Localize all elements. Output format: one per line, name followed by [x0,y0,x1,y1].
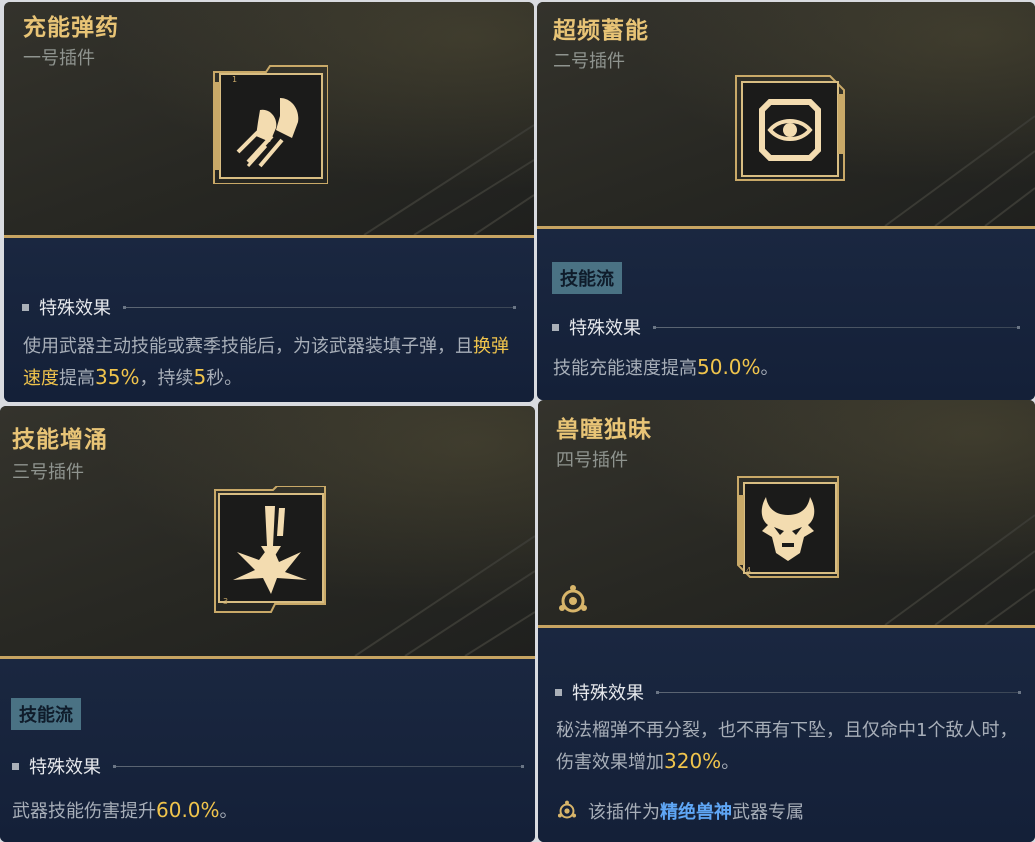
effect-description: 使用武器主动技能或赛季技能后，为该武器装填子弹，且换弹速度提高35%，持续5秒。 [23,332,513,394]
plugin-card-1[interactable]: 充能弹药 一号插件 1 特殊效果 使用武器主动技能或赛季技能后，为该武器装填子弹… [4,2,534,402]
section-title: 特殊效果 [39,298,111,319]
card-header-area: 技能增涌 三号插件 3 [0,406,535,659]
card-header-area: 超频蓄能 二号插件 [537,2,1035,229]
plugin-title: 充能弹药 [23,15,119,41]
exclusive-badge-icon [556,584,590,622]
card-header-area: 充能弹药 一号插件 1 [4,2,534,238]
plugin-slot-label: 二号插件 [553,51,625,72]
section-header: 特殊效果 [552,314,1020,340]
plugin-title: 技能增涌 [12,427,108,453]
section-header: 特殊效果 [555,679,1021,705]
desc-value: 320% [664,749,722,773]
desc-text: 提高 [59,368,95,389]
desc-text: 使用武器主动技能或赛季技能后，为该武器装填子弹，且 [23,336,473,357]
section-divider [656,690,1021,694]
desc-value: 35% [95,365,140,389]
section-divider [123,305,516,309]
bullets-icon: 1 [210,62,329,188]
surge-icon: 3 [213,485,327,618]
plugin-title: 超频蓄能 [553,18,649,44]
exclusive-badge-icon [557,800,577,819]
build-tag: 技能流 [552,262,622,294]
section-divider [113,764,524,768]
bullet-square [22,303,29,311]
effect-description: 武器技能伤害提升60.0%。 [12,795,522,827]
card-body: 技能流 特殊效果 技能充能速度提高50.0%。 [537,229,1035,400]
card-body: 特殊效果 使用武器主动技能或赛季技能后，为该武器装填子弹，且换弹速度提高35%，… [4,238,534,402]
desc-value: 60.0% [156,798,220,822]
desc-text: 。 [219,801,238,822]
effect-description: 技能充能速度提高50.0%。 [553,352,1023,384]
slot-badge: 1 [232,75,237,84]
effect-description: 秘法榴弹不再分裂，也不再有下坠，且仅命中1个敌人时，伤害效果增加320%。 [556,716,1026,778]
desc-value: 50.0% [697,355,761,379]
slot-badge: 3 [223,597,228,606]
footer-text: 武器专属 [732,802,804,823]
plugin-card-2[interactable]: 超频蓄能 二号插件 技能流 特殊效果 技能充能速度提高50.0%。 [537,2,1035,400]
bullet-square [12,762,19,770]
section-title: 特殊效果 [569,318,641,339]
decorative-streaks [884,115,1035,226]
desc-value: 5 [193,365,207,389]
desc-text: 秘法榴弹不再分裂，也不再有下坠，且仅命中1个敌人时，伤害效果增加 [556,720,1018,773]
card-header-area: 兽瞳独昧 四号插件 4 [538,400,1035,628]
section-title: 特殊效果 [572,683,644,704]
weapon-link[interactable]: 精绝兽神 [660,798,732,824]
desc-text: 。 [721,752,740,773]
section-divider [653,325,1020,329]
desc-text: 武器技能伤害提升 [12,801,156,822]
card-body: 特殊效果 秘法榴弹不再分裂，也不再有下坠，且仅命中1个敌人时，伤害效果增加320… [538,628,1035,842]
slot-badge: 4 [746,566,751,575]
eye-icon [734,74,846,186]
demon-mask-icon: 4 [736,475,840,583]
card-body: 技能流 特殊效果 武器技能伤害提升60.0%。 [0,659,535,842]
bullet-square [552,323,559,331]
section-header: 特殊效果 [22,294,516,320]
plugin-slot-label: 三号插件 [12,462,84,483]
section-title: 特殊效果 [29,757,101,778]
desc-text: 。 [760,358,779,379]
exclusive-footer: 该插件为 精绝兽神 武器专属 [556,798,804,824]
desc-text: ，持续 [139,368,194,389]
desc-text: 秒。 [206,368,243,389]
section-header: 特殊效果 [12,753,524,779]
bullet-square [555,688,562,696]
plugin-card-3[interactable]: 技能增涌 三号插件 3 技能流 特殊效果 武器技能伤害提升60.0%。 [0,406,535,842]
desc-text: 技能充能速度提高 [553,358,697,379]
build-tag: 技能流 [11,698,81,730]
plugin-slot-label: 一号插件 [23,48,95,69]
plugin-slot-label: 四号插件 [556,450,628,471]
footer-text: 该插件为 [588,802,660,823]
plugin-title: 兽瞳独昧 [556,417,652,443]
plugin-card-4[interactable]: 兽瞳独昧 四号插件 4 特殊效果 秘法榴弹不再分裂，也不再有下坠，且仅命中1个敌… [538,400,1035,842]
